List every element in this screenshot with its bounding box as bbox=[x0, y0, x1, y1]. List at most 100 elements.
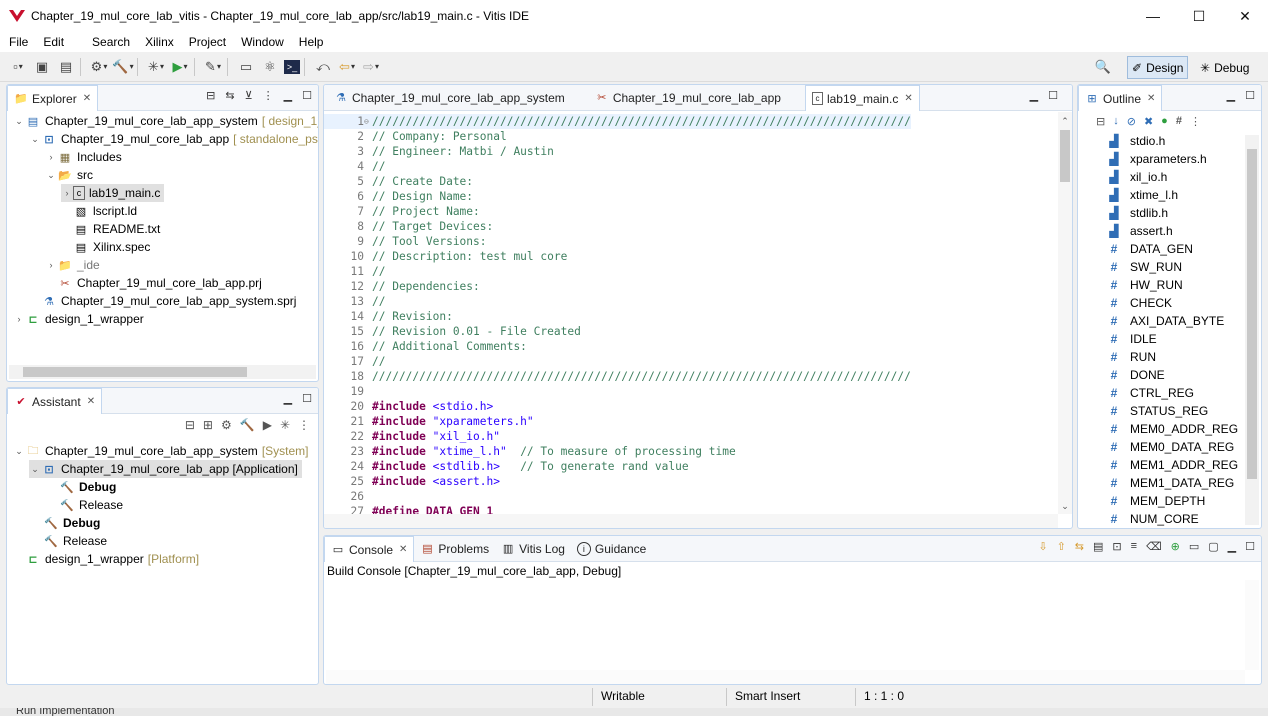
build-config-icon[interactable]: ⚙ bbox=[89, 57, 109, 77]
tree-item[interactable]: ⊏ design_1_wrapper [Platform] bbox=[25, 550, 199, 568]
forward-arrow-icon[interactable]: ⇨ bbox=[361, 57, 381, 77]
run-icon[interactable]: ▶ bbox=[170, 57, 190, 77]
code-line[interactable]: 13 // bbox=[324, 294, 386, 309]
scroll-up-icon[interactable]: ⇧ bbox=[1057, 540, 1066, 553]
code-line[interactable]: 17 // bbox=[324, 354, 386, 369]
tree-item[interactable]: ⚗ Chapter_19_mul_core_lab_app_system.sprj bbox=[41, 292, 296, 310]
close-icon[interactable]: ✕ bbox=[1147, 93, 1155, 104]
tab-system-project[interactable]: ⚗ Chapter_19_mul_core_lab_app_system bbox=[328, 85, 571, 110]
vertical-scrollbar[interactable]: ⌃ ⌄ bbox=[1058, 112, 1072, 514]
code-line[interactable]: 12 // Dependencies: bbox=[324, 279, 480, 294]
outline-item[interactable]: # IDLE bbox=[1106, 330, 1157, 348]
code-editor[interactable]: 1 ⊖//////////////////////////////////////… bbox=[324, 112, 1058, 514]
outline-item[interactable]: # MEM0_DATA_REG bbox=[1106, 438, 1235, 456]
maximize-view-icon[interactable]: ☐ bbox=[1048, 89, 1058, 102]
tree-item[interactable]: 🔨 Debug bbox=[43, 514, 100, 532]
close-icon[interactable]: ✕ bbox=[87, 396, 95, 407]
code-line[interactable]: 11 // bbox=[324, 264, 386, 279]
outline-item[interactable]: ▟ xil_io.h bbox=[1106, 168, 1167, 186]
menu-edit[interactable]: Edit bbox=[43, 35, 64, 49]
tree-item[interactable]: ▧ lscript.ld bbox=[73, 202, 137, 220]
tree-item[interactable]: ▤ Xilinx.spec bbox=[73, 238, 151, 256]
code-line[interactable]: 6 // Design Name: bbox=[324, 189, 473, 204]
outline-item[interactable]: # NUM_CORE bbox=[1106, 510, 1199, 528]
outline-item[interactable]: # CTRL_REG bbox=[1106, 384, 1194, 402]
outline-item[interactable]: # HW_RUN bbox=[1106, 276, 1183, 294]
code-line[interactable]: 3 // Engineer: Matbi / Austin bbox=[324, 144, 554, 159]
close-icon[interactable]: ✕ bbox=[904, 93, 912, 104]
xsct-icon[interactable]: ⚛ bbox=[260, 57, 280, 77]
hide-defines-icon[interactable]: # bbox=[1176, 115, 1182, 128]
menu-file[interactable]: File bbox=[9, 35, 28, 49]
outline-item[interactable]: # MEM1_ADDR_REG bbox=[1106, 456, 1238, 474]
horizontal-scrollbar[interactable] bbox=[324, 514, 1058, 528]
minimize-view-icon[interactable]: ▁ bbox=[284, 89, 292, 102]
filter-icon[interactable]: ⊻ bbox=[245, 89, 253, 102]
horizontal-scrollbar[interactable] bbox=[326, 670, 1245, 684]
code-line[interactable]: 20 #include <stdio.h> bbox=[324, 399, 494, 414]
close-icon[interactable]: ✕ bbox=[83, 93, 91, 104]
new-console-icon[interactable]: ▢ bbox=[1208, 540, 1218, 553]
menu-search[interactable]: Search bbox=[92, 35, 130, 49]
outline-item[interactable]: # DONE bbox=[1106, 366, 1165, 384]
settings-gear-icon[interactable]: ⚙ bbox=[221, 418, 232, 432]
tree-item[interactable]: ⌄ ▤ Chapter_19_mul_core_lab_app_system[ de… bbox=[13, 112, 318, 130]
link-icon[interactable]: ⇆ bbox=[1075, 540, 1084, 553]
tree-item[interactable]: 🔨 Debug bbox=[59, 478, 116, 496]
last-edit-icon[interactable]: ⤺ bbox=[313, 57, 333, 77]
menu-xilinx[interactable]: Xilinx bbox=[145, 35, 174, 49]
hide-non-public-icon[interactable]: ● bbox=[1161, 115, 1168, 128]
code-line[interactable]: 23 #include "xtime_l.h" // To measure of… bbox=[324, 444, 736, 459]
maximize-view-icon[interactable]: ☐ bbox=[1245, 89, 1255, 102]
code-line[interactable]: 19 bbox=[324, 384, 372, 399]
code-line[interactable]: 27 #define DATA_GEN 1 bbox=[324, 504, 494, 514]
open-console-icon[interactable]: ⊕ bbox=[1171, 540, 1180, 553]
code-line[interactable]: 1 ⊖//////////////////////////////////////… bbox=[324, 114, 911, 129]
maximize-button[interactable]: ☐ bbox=[1176, 0, 1222, 32]
code-line[interactable]: 24 #include <stdlib.h> // To generate ra… bbox=[324, 459, 689, 474]
display-console-icon[interactable]: ▭ bbox=[1189, 540, 1199, 553]
code-line[interactable]: 8 // Target Devices: bbox=[324, 219, 493, 234]
save-all-icon[interactable]: ▤ bbox=[56, 57, 76, 77]
code-line[interactable]: 10 // Description: test mul core bbox=[324, 249, 568, 264]
code-line[interactable]: 26 bbox=[324, 489, 372, 504]
menu-help[interactable]: Help bbox=[299, 35, 324, 49]
build-hammer-icon[interactable]: 🔨 bbox=[240, 418, 255, 432]
tab-explorer[interactable]: 📁 Explorer ✕ bbox=[7, 85, 99, 111]
close-button[interactable]: ✕ bbox=[1222, 0, 1268, 32]
view-menu-icon[interactable]: ⋮ bbox=[263, 89, 274, 102]
console-output[interactable] bbox=[326, 580, 1245, 670]
outline-item[interactable]: # MEM1_DATA_REG bbox=[1106, 474, 1235, 492]
code-line[interactable]: 18 /////////////////////////////////////… bbox=[324, 369, 911, 384]
debug-perspective-button[interactable]: ✳ Debug bbox=[1196, 56, 1253, 79]
scroll-lock-icon[interactable]: ▤ bbox=[1093, 540, 1103, 553]
code-line[interactable]: 5 // Create Date: bbox=[324, 174, 473, 189]
debug-bug-icon[interactable]: ✳ bbox=[146, 57, 166, 77]
code-line[interactable]: 2 // Company: Personal bbox=[324, 129, 506, 144]
view-menu-icon[interactable]: ⋮ bbox=[298, 418, 310, 432]
code-line[interactable]: 16 // Additional Comments: bbox=[324, 339, 527, 354]
menu-window[interactable]: Window bbox=[241, 35, 284, 49]
design-perspective-button[interactable]: ✐ Design bbox=[1127, 56, 1189, 79]
scroll-down-icon[interactable]: ⇩ bbox=[1038, 540, 1047, 553]
tree-item[interactable]: ▤ README.txt bbox=[73, 220, 161, 238]
debug-icon[interactable]: ✳ bbox=[280, 418, 290, 432]
outline-item[interactable]: # CHECK bbox=[1106, 294, 1172, 312]
back-arrow-icon[interactable]: ⇦ bbox=[337, 57, 357, 77]
code-line[interactable]: 4 // bbox=[324, 159, 385, 174]
close-icon[interactable]: ✕ bbox=[399, 544, 407, 555]
maximize-view-icon[interactable]: ☐ bbox=[302, 392, 312, 405]
tree-item[interactable]: ✂ Chapter_19_mul_core_lab_app.prj bbox=[57, 274, 261, 292]
clear-console-icon[interactable]: ⌫ bbox=[1146, 540, 1162, 553]
sort-icon[interactable]: ↓ bbox=[1113, 115, 1119, 128]
word-wrap-icon[interactable]: ≡ bbox=[1131, 540, 1137, 553]
code-line[interactable]: 15 // Revision 0.01 - File Created bbox=[324, 324, 581, 339]
new-icon[interactable]: ▫ bbox=[8, 57, 28, 77]
tree-item[interactable]: ⌄ ⊡ Chapter_19_mul_core_lab_app[ standalon… bbox=[29, 130, 318, 148]
code-line[interactable]: 25 #include <assert.h> bbox=[324, 474, 500, 489]
expand-all-icon[interactable]: ⊞ bbox=[203, 418, 213, 432]
tab-guidance[interactable]: i Guidance bbox=[571, 536, 652, 561]
tab-console[interactable]: ▭ Console ✕ bbox=[324, 536, 415, 562]
program-device-icon[interactable]: ✎ bbox=[203, 57, 223, 77]
fold-marker[interactable]: ⊖ bbox=[364, 114, 372, 129]
